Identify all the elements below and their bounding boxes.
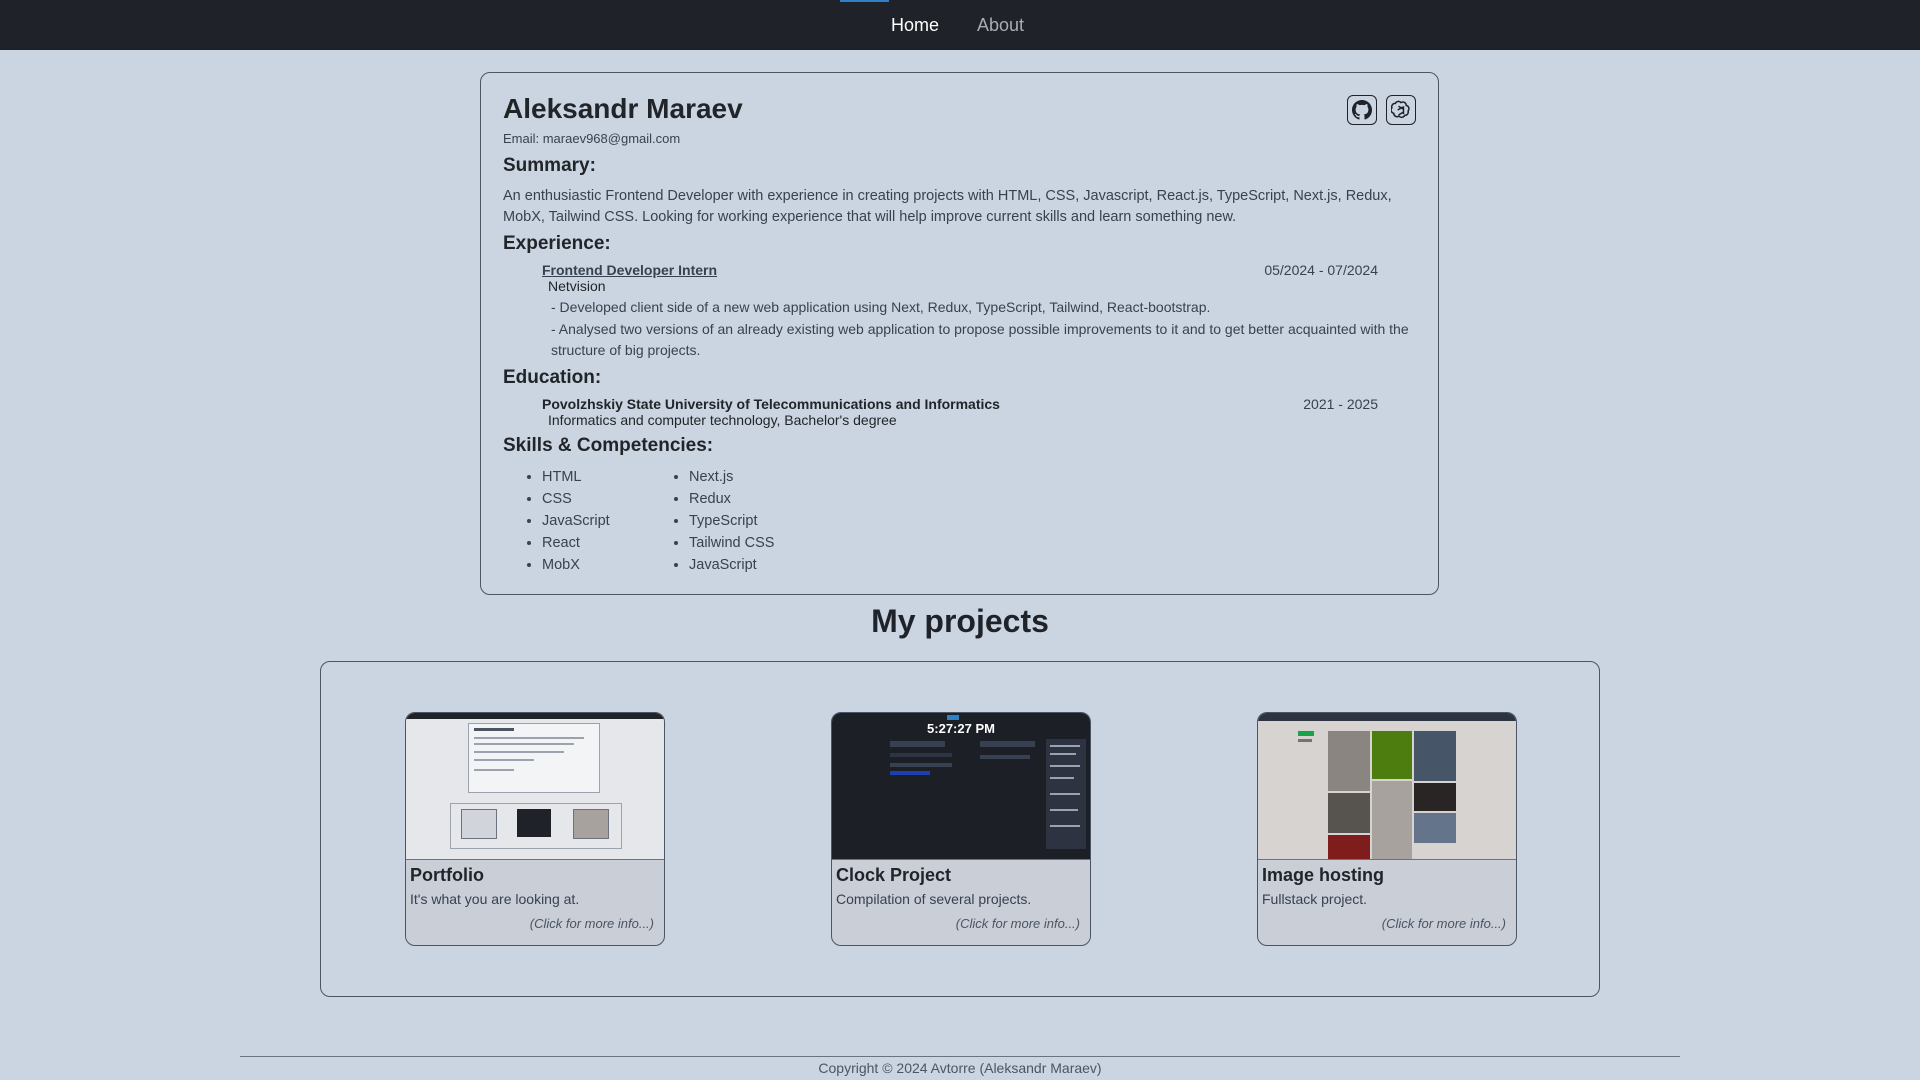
footer-copyright: Copyright © 2024 Avtorre (Aleksandr Mara…	[818, 1060, 1102, 1076]
skills-list-column-1: HTML CSS JavaScript React MobX	[524, 466, 610, 576]
thumbnail-clock-time: 5:27:27 PM	[927, 721, 995, 736]
job-bullet-1: - Developed client side of a new web app…	[551, 299, 1211, 315]
skill-item: Tailwind CSS	[689, 532, 774, 554]
project-more-info: (Click for more info...)	[955, 916, 1080, 931]
email-text: Email: maraev968@gmail.com	[503, 131, 681, 146]
skill-item: CSS	[542, 488, 610, 510]
job-title-link[interactable]: Frontend Developer Intern	[542, 262, 717, 278]
projects-heading: My projects	[871, 603, 1049, 639]
skill-item: MobX	[542, 554, 610, 576]
summary-heading: Summary:	[503, 155, 596, 176]
project-description: Fullstack project.	[1262, 891, 1368, 907]
skill-item: React	[542, 532, 610, 554]
skill-item: Next.js	[689, 466, 774, 488]
project-thumbnail: 5:27:27 PM	[832, 713, 1090, 860]
nav-home-link[interactable]: Home	[891, 15, 939, 36]
education-years: 2021 - 2025	[1303, 396, 1378, 412]
job-bullet-2: - Analysed two versions of an already ex…	[551, 321, 1409, 358]
education-heading: Education:	[503, 367, 602, 388]
nav-about-link[interactable]: About	[977, 15, 1024, 36]
project-thumbnail	[1258, 713, 1516, 860]
openai-icon	[1391, 100, 1410, 119]
education-degree: Informatics and computer technology, Bac…	[548, 412, 897, 428]
profile-name: Aleksandr Maraev	[503, 93, 743, 124]
nav-active-indicator	[840, 0, 889, 2]
job-dates: 05/2024 - 07/2024	[1264, 262, 1378, 278]
skill-item: HTML	[542, 466, 610, 488]
project-more-info: (Click for more info...)	[1381, 916, 1506, 931]
resume-card: Aleksandr Maraev Email: maraev968@gmail.…	[480, 72, 1439, 595]
education-school: Povolzhskiy State University of Telecomm…	[542, 396, 1000, 412]
skills-heading: Skills & Competencies:	[503, 435, 714, 456]
project-card-clock[interactable]: 5:27:27 PM Clock Project Compilation of …	[831, 712, 1091, 946]
project-title: Image hosting	[1262, 865, 1385, 885]
skill-item: JavaScript	[542, 510, 610, 532]
projects-container: Portfolio It's what you are looking at. …	[320, 661, 1600, 997]
job-company: Netvision	[548, 278, 606, 294]
project-title: Clock Project	[836, 865, 952, 885]
project-title: Portfolio	[410, 865, 484, 885]
summary-text: An enthusiastic Frontend Developer with …	[503, 188, 1392, 225]
experience-heading: Experience:	[503, 233, 611, 254]
skill-item: JavaScript	[689, 554, 774, 576]
navbar: Home About	[0, 0, 1920, 50]
github-icon	[1352, 100, 1372, 120]
footer-divider	[240, 1056, 1680, 1057]
project-card-image-hosting[interactable]: Image hosting Fullstack project. (Click …	[1257, 712, 1517, 946]
openai-link-button[interactable]	[1386, 95, 1416, 125]
project-description: It's what you are looking at.	[410, 891, 580, 907]
project-more-info: (Click for more info...)	[529, 916, 654, 931]
skills-list-column-2: Next.js Redux TypeScript Tailwind CSS Ja…	[671, 466, 774, 576]
skill-item: Redux	[689, 488, 774, 510]
project-card-portfolio[interactable]: Portfolio It's what you are looking at. …	[405, 712, 665, 946]
project-thumbnail	[406, 713, 664, 860]
project-description: Compilation of several projects.	[836, 891, 1032, 907]
skill-item: TypeScript	[689, 510, 774, 532]
github-link-button[interactable]	[1347, 95, 1377, 125]
